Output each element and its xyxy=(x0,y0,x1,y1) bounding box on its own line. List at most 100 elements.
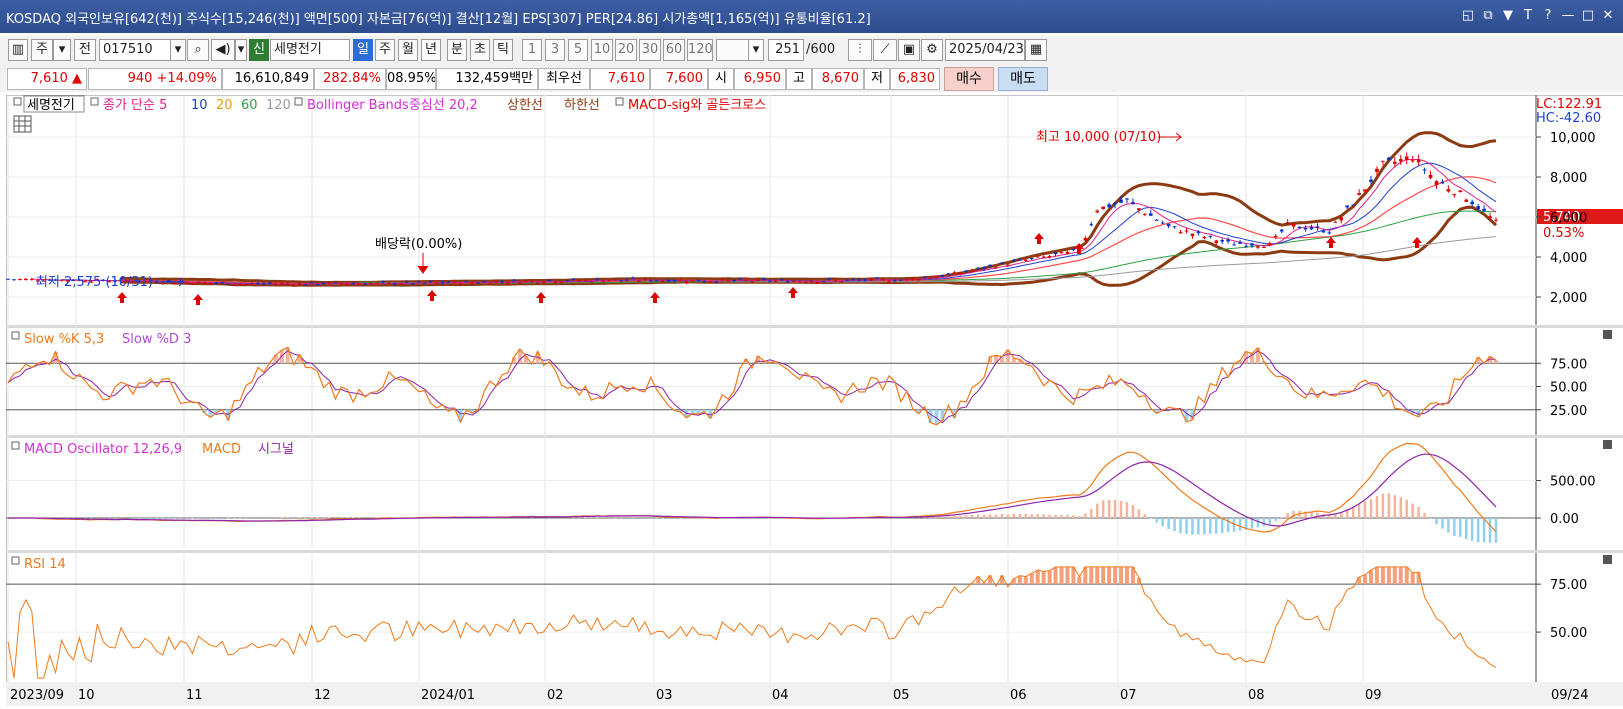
period-year-tab[interactable]: 년 xyxy=(421,39,441,61)
legend-stock-name[interactable]: 세명전기 xyxy=(27,98,75,113)
rsi-y-label: 75.00 xyxy=(1550,578,1587,593)
panel-toggle-icon[interactable]: ▥ xyxy=(8,39,28,61)
chart-area[interactable]: 세명전기 종가 단순 5 10 20 60 120 Bollinger Band… xyxy=(5,94,1623,706)
stock-chart-svg[interactable]: 세명전기 종가 단순 5 10 20 60 120 Bollinger Band… xyxy=(5,94,1623,706)
candle-body xyxy=(1214,240,1219,243)
period-tick-tab[interactable]: 틱 xyxy=(493,39,513,61)
stock-name-field[interactable]: 세명전기 xyxy=(270,39,350,61)
candle-body xyxy=(660,280,665,282)
count-input[interactable]: 251 xyxy=(768,39,804,61)
legend-ma20[interactable]: 20 xyxy=(216,98,233,113)
legend-macd-osc[interactable]: MACD Oscillator 12,26,9 xyxy=(24,442,182,457)
minimize-icon[interactable]: — xyxy=(1559,7,1577,25)
legend-ma5[interactable]: 종가 단순 5 xyxy=(103,98,167,113)
gear-icon[interactable]: ⚙ xyxy=(921,39,943,61)
chevron-down-icon[interactable]: ▾ xyxy=(235,39,247,61)
buy-button[interactable]: 매수 xyxy=(944,67,994,91)
interval-30[interactable]: 30 xyxy=(639,39,661,61)
chevron-down-icon[interactable]: ▾ xyxy=(53,39,71,61)
panel-close-icon[interactable] xyxy=(1603,330,1612,339)
calendar-icon[interactable]: ▦ xyxy=(1025,39,1047,61)
legend-slow-d[interactable]: Slow %D 3 xyxy=(122,332,191,347)
interval-60[interactable]: 60 xyxy=(663,39,685,61)
candle-body xyxy=(303,284,308,286)
candle-body xyxy=(982,267,986,269)
period-week-tab[interactable]: 주 xyxy=(375,39,395,61)
interval-3[interactable]: 3 xyxy=(545,39,565,61)
search-icon[interactable]: ⌕ xyxy=(187,39,209,61)
candle-body xyxy=(666,280,671,282)
candle-body xyxy=(6,278,10,280)
help-icon[interactable]: ? xyxy=(1539,7,1557,25)
lc-value: LC:122.91 xyxy=(1536,97,1602,112)
period-minute-tab[interactable]: 분 xyxy=(447,39,467,61)
code-dropdown-icon[interactable]: ▾ xyxy=(170,39,186,61)
candle-body xyxy=(1238,241,1242,244)
candle-body xyxy=(988,264,992,267)
candle-body xyxy=(1452,194,1457,196)
legend-square xyxy=(294,97,303,106)
speaker-icon[interactable]: ◀) xyxy=(211,39,235,61)
candle-body xyxy=(416,281,421,283)
candle-body xyxy=(1268,243,1272,246)
legend-rsi[interactable]: RSI 14 xyxy=(24,557,66,572)
close-icon[interactable]: ✕ xyxy=(1599,7,1617,25)
period-month-tab[interactable]: 월 xyxy=(398,39,418,61)
legend-macd[interactable]: MACD xyxy=(202,442,241,457)
table-icon[interactable] xyxy=(13,115,32,133)
legend-slow-k[interactable]: Slow %K 5,3 xyxy=(24,332,104,347)
save-icon[interactable]: ▣ xyxy=(898,39,920,61)
indicator-icon[interactable]: ⟋ xyxy=(873,39,897,61)
candle-body xyxy=(482,281,486,283)
candle-body xyxy=(1428,174,1433,178)
sell-button[interactable]: 매도 xyxy=(998,67,1048,91)
legend-ma60[interactable]: 60 xyxy=(241,98,258,113)
text-icon[interactable]: T xyxy=(1519,7,1537,25)
panel-close-icon[interactable] xyxy=(1603,555,1612,564)
candle-body xyxy=(208,283,213,285)
candle-body xyxy=(30,278,34,280)
interval-20[interactable]: 20 xyxy=(615,39,637,61)
layout-icon[interactable]: ◱ xyxy=(1459,7,1477,25)
best-quote-label: 최우선 xyxy=(538,68,590,90)
count-total: /600 xyxy=(806,42,836,57)
chevron-down-icon[interactable]: ▾ xyxy=(748,39,764,61)
candle-body xyxy=(738,278,742,280)
legend-ma10[interactable]: 10 xyxy=(191,98,208,113)
candle-body xyxy=(607,280,611,282)
interval-1[interactable]: 1 xyxy=(522,39,542,61)
pin-icon[interactable]: ▼ xyxy=(1499,7,1517,25)
date-input[interactable]: 2025/04/23 xyxy=(945,39,1025,61)
prev-button[interactable]: 전 xyxy=(74,39,96,61)
price-y-label: 8,000 xyxy=(1550,171,1587,186)
candle-type-icon[interactable]: ⫶ xyxy=(848,39,872,61)
code-type-select[interactable]: 주 xyxy=(31,39,53,61)
candle-body xyxy=(1494,219,1498,221)
stoch-legend: Slow %K 5,3 Slow %D 3 xyxy=(11,331,191,347)
legend-signal[interactable]: 시그널 xyxy=(258,442,294,457)
candle-body xyxy=(571,278,576,280)
copy-window-icon[interactable]: ⧉ xyxy=(1479,7,1497,25)
candle-body xyxy=(1250,243,1254,246)
maximize-icon[interactable]: □ xyxy=(1579,7,1597,25)
candle-body xyxy=(256,282,260,285)
candle-body xyxy=(428,281,433,283)
stock-code-input[interactable]: 017510 xyxy=(99,39,171,61)
candle-body xyxy=(488,283,492,285)
x-tick-label: 11 xyxy=(186,688,203,703)
period-second-tab[interactable]: 초 xyxy=(470,39,490,61)
legend-ma120[interactable]: 120 xyxy=(266,98,291,113)
interval-10[interactable]: 10 xyxy=(591,39,613,61)
candle-body xyxy=(345,283,350,286)
interval-5[interactable]: 5 xyxy=(568,39,588,61)
legend-lower-band[interactable]: 하한선 xyxy=(564,98,600,113)
interval-120[interactable]: 120 xyxy=(687,39,713,61)
candle-body xyxy=(512,279,516,281)
legend-upper-band[interactable]: 상한선 xyxy=(507,98,543,113)
legend-macd-signal[interactable]: MACD-sig와 골든크로스 xyxy=(628,98,766,113)
period-day-tab[interactable]: 일 xyxy=(353,39,373,61)
legend-bollinger[interactable]: Bollinger Bands중심선 20,2 xyxy=(307,98,478,113)
candle-body xyxy=(1256,246,1260,248)
panel-close-icon[interactable] xyxy=(1603,440,1612,449)
interval-custom-input[interactable] xyxy=(716,39,752,61)
